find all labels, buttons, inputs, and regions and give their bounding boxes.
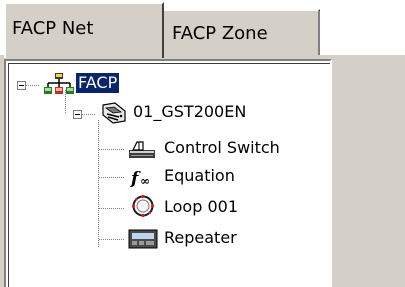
tree-child-label[interactable]: Loop 001 xyxy=(164,197,238,217)
tree-connector xyxy=(99,149,125,150)
tab-edge xyxy=(318,11,320,55)
svg-text:∞: ∞ xyxy=(140,174,150,188)
tab-facp-zone-label: FACP Zone xyxy=(172,23,268,44)
facp-window: FACP 01_GST200EN Control Switch f ∞ Equa… xyxy=(0,0,405,287)
tab-facp-zone[interactable]: FACP Zone xyxy=(164,9,320,55)
tree-child-label[interactable]: Equation xyxy=(164,166,235,186)
tree-root-label[interactable]: FACP xyxy=(76,73,120,93)
tab-panel: FACP 01_GST200EN Control Switch f ∞ Equa… xyxy=(0,55,405,287)
collapse-root-toggle[interactable] xyxy=(17,81,26,90)
tree-connector xyxy=(82,114,96,115)
tree-panel-label[interactable]: 01_GST200EN xyxy=(133,102,246,122)
tree-connector xyxy=(99,208,125,209)
panel-icon xyxy=(102,102,126,124)
tab-strip: FACP Net FACP Zone xyxy=(0,0,405,58)
network-icon xyxy=(44,73,74,94)
tab-facp-net[interactable]: FACP Net xyxy=(4,2,164,58)
loop-icon xyxy=(131,194,155,218)
tree-connector xyxy=(99,239,125,240)
function-icon: f ∞ xyxy=(130,169,150,189)
tree-child-label[interactable]: Repeater xyxy=(164,228,237,248)
collapse-panel-toggle[interactable] xyxy=(73,110,82,119)
tree-view-inner: FACP 01_GST200EN Control Switch f ∞ Equa… xyxy=(8,63,330,287)
tree-connector xyxy=(98,120,99,248)
tree-child-label[interactable]: Control Switch xyxy=(164,138,280,158)
tree-connector xyxy=(26,85,40,86)
tab-facp-net-label: FACP Net xyxy=(12,18,94,39)
tree-view[interactable]: FACP 01_GST200EN Control Switch f ∞ Equa… xyxy=(4,59,332,287)
tree-connector xyxy=(99,177,125,178)
repeater-icon xyxy=(128,229,158,249)
control-switch-icon xyxy=(129,141,155,158)
